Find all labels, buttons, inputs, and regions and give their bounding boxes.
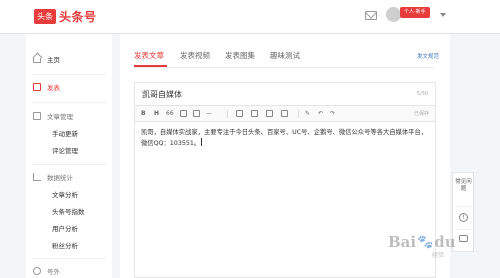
divider-line-icon[interactable]: — [206,110,212,118]
paw-icon: 🐾 [417,234,434,250]
title-char-count: 5/30 [416,91,428,97]
watermark-du: du [434,233,456,251]
image-icon[interactable] [236,110,243,117]
sidebar-item-comment-mgmt[interactable]: 评论管理 [26,141,112,159]
sidebar-item-article-analysis[interactable]: 文章分析 [26,185,112,203]
divider [456,229,471,230]
undo-icon[interactable]: ↶ [318,110,323,118]
sidebar-item-home[interactable]: 主页 [26,50,112,68]
gallery-icon[interactable] [281,110,288,117]
sidebar-item-label: 主页 [47,56,60,64]
sidebar-item-label: 文章分析 [52,191,78,199]
baidu-jingyan-watermark: Bai 🐾 du 经验 [388,228,456,259]
edit-icon [33,83,41,91]
save-status: 已保存 [413,111,429,117]
divider [32,74,106,75]
logo-icon: 头条 [34,8,56,24]
chevron-down-icon[interactable] [440,13,446,17]
active-tab-indicator [134,65,167,67]
sidebar-item-revenue-analysis[interactable]: 粉丝分析 [26,236,112,254]
sidebar-item-label: 发表 [47,84,60,92]
text-cursor [201,138,203,146]
top-header: 头条 头条号 个人·新手 [0,0,500,34]
watermark-bai: Bai [388,233,417,251]
ordered-list-icon[interactable] [180,110,187,117]
sidebar-item-label: 评论管理 [52,147,78,155]
sidebar: 主页 发表 文章管理 手动更新 评论管理 数据统计 文章分析 头条号指数 用户分… [26,34,112,278]
audio-icon[interactable] [266,110,273,117]
sidebar-section-more[interactable]: 号外 [26,262,112,278]
tab-fun-test[interactable]: 趣味测试 [270,50,300,61]
chart-icon [33,173,41,181]
sidebar-item-label: 用户分析 [52,225,78,233]
chat-icon[interactable] [459,235,468,242]
user-level-badge: 个人·新手 [400,7,430,18]
watermark-jingyan: 经验 [432,252,445,259]
gear-icon [33,267,41,275]
redo-icon[interactable]: ↷ [330,110,335,118]
article-title-input[interactable]: 凯哥自媒体 5/30 [134,82,436,106]
clear-format-icon[interactable]: ✎ [305,110,310,118]
sidebar-item-user-analysis[interactable]: 用户分析 [26,219,112,237]
sidebar-section-label: 文章管理 [47,113,73,121]
info-icon[interactable]: ! [459,213,468,222]
tab-publish-article[interactable]: 发表文章 [134,50,164,61]
sidebar-section-article-mgmt[interactable]: 文章管理 [26,107,112,125]
article-body-content: 凯哥，自媒体实战家，主要专注于今日头条、百家号、UC号、企鹅号、微信公众号等各大… [141,129,428,147]
sidebar-section-label: 数据统计 [47,174,73,182]
toolbar-separator [298,110,299,118]
sidebar-section-label: 号外 [47,268,60,276]
divider [456,206,471,207]
unordered-list-icon[interactable] [193,110,200,117]
sidebar-item-manual-update[interactable]: 手动更新 [26,124,112,142]
sidebar-item-toutiao-index[interactable]: 头条号指数 [26,202,112,220]
publish-tabs: 发表文章 发表视频 发表图集 趣味测试 [134,48,434,68]
sidebar-item-label: 粉丝分析 [52,242,78,250]
sidebar-item-publish[interactable]: 发表 [26,78,112,96]
publishing-rules-link[interactable]: 发文规范 [417,52,439,60]
toolbar-separator [227,110,228,118]
bold-button[interactable]: B [141,110,146,118]
divider [32,164,106,165]
quote-button[interactable]: 66 [166,110,174,118]
app-root: 头条 头条号 个人·新手 主页 发表 文章管理 手动更新 评论管理 数据统计 文… [0,0,500,278]
document-icon [33,112,41,120]
home-icon [33,58,41,63]
logo-text: 头条号 [59,9,97,24]
divider [32,102,106,103]
article-title-value: 凯哥自媒体 [142,90,182,99]
faq-button[interactable]: 常见问题 [455,179,472,193]
heading-button[interactable]: H [154,110,159,118]
sidebar-item-label: 手动更新 [52,130,78,138]
video-icon[interactable] [251,110,258,117]
tab-publish-video[interactable]: 发表视频 [180,50,210,61]
editor-toolbar: B H 66 — ✎ ↶ ↷ 已保存 [134,106,436,122]
sidebar-item-label: 头条号指数 [52,208,85,216]
sidebar-section-data-stats[interactable]: 数据统计 [26,168,112,186]
divider [32,258,106,259]
toutiao-logo[interactable]: 头条 头条号 [34,8,97,24]
article-body-text: 凯哥，自媒体实战家，主要专注于今日头条、百家号、UC号、企鹅号、微信公众号等各大… [141,128,429,149]
mail-icon[interactable] [365,11,377,20]
avatar[interactable] [386,7,401,22]
tab-publish-gallery[interactable]: 发表图集 [225,50,255,61]
